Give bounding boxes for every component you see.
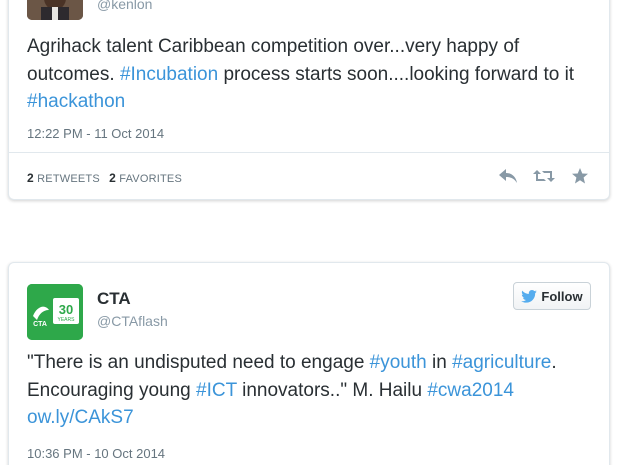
tweet-card-2: 30 YEARS CTA CTA @CTAflash Follow "There… xyxy=(8,262,610,465)
timestamp[interactable]: 12:22 PM - 11 Oct 2014 xyxy=(27,126,164,141)
favorites-label: FAVORITES xyxy=(119,173,182,185)
timestamp[interactable]: 10:36 PM - 10 Oct 2014 xyxy=(27,446,165,461)
favorite-icon[interactable] xyxy=(569,165,591,187)
retweets-count: 2 xyxy=(27,171,34,185)
retweets-stat[interactable]: 2 RETWEETS xyxy=(27,171,103,185)
hashtag-link[interactable]: #hackathon xyxy=(27,91,125,112)
follow-label: Follow xyxy=(541,288,583,304)
follow-button[interactable]: Follow xyxy=(513,282,591,310)
avatar[interactable]: 30 YEARS CTA xyxy=(27,284,83,340)
url-link[interactable]: ow.ly/CAkS7 xyxy=(27,407,134,428)
avatar-badge-sub: YEARS xyxy=(58,317,76,323)
reply-icon[interactable] xyxy=(497,165,519,187)
tweet-card-1: @kenlon Agrihack talent Caribbean compet… xyxy=(8,0,610,200)
hashtag-link[interactable]: #Incubation xyxy=(120,64,218,85)
tweet-text: Agrihack talent Caribbean competition ov… xyxy=(27,33,597,116)
hashtag-link[interactable]: #youth xyxy=(370,352,427,373)
tweet-text: "There is an undisputed need to engage #… xyxy=(27,349,597,432)
tweet-text-segment: innovators.." M. Hailu xyxy=(236,379,428,401)
tweet-stats: 2 RETWEETS 2 FAVORITES xyxy=(27,171,188,185)
divider xyxy=(9,152,609,153)
user-handle[interactable]: @kenlon xyxy=(97,0,152,12)
twitter-bird-icon xyxy=(521,289,538,303)
avatar-badge-text: 30 xyxy=(59,302,73,317)
avatar[interactable] xyxy=(27,0,83,20)
hashtag-link[interactable]: #cwa2014 xyxy=(427,380,514,401)
user-name[interactable]: CTA xyxy=(97,289,131,309)
favorites-count: 2 xyxy=(109,171,116,185)
retweets-label: RETWEETS xyxy=(37,173,100,185)
hashtag-link[interactable]: #agriculture xyxy=(452,352,551,373)
tweet-text-segment: process starts soon....looking forward t… xyxy=(218,63,575,85)
avatar-logo-text: CTA xyxy=(33,321,47,328)
hashtag-link[interactable]: #ICT xyxy=(196,380,237,401)
tweet-text-segment: "There is an undisputed need to engage xyxy=(27,352,370,373)
user-handle[interactable]: @CTAflash xyxy=(97,313,168,329)
favorites-stat[interactable]: 2 FAVORITES xyxy=(109,171,182,185)
tweet-actions xyxy=(497,165,591,187)
retweet-icon[interactable] xyxy=(533,165,555,187)
tweet-text-segment: in xyxy=(426,352,453,373)
